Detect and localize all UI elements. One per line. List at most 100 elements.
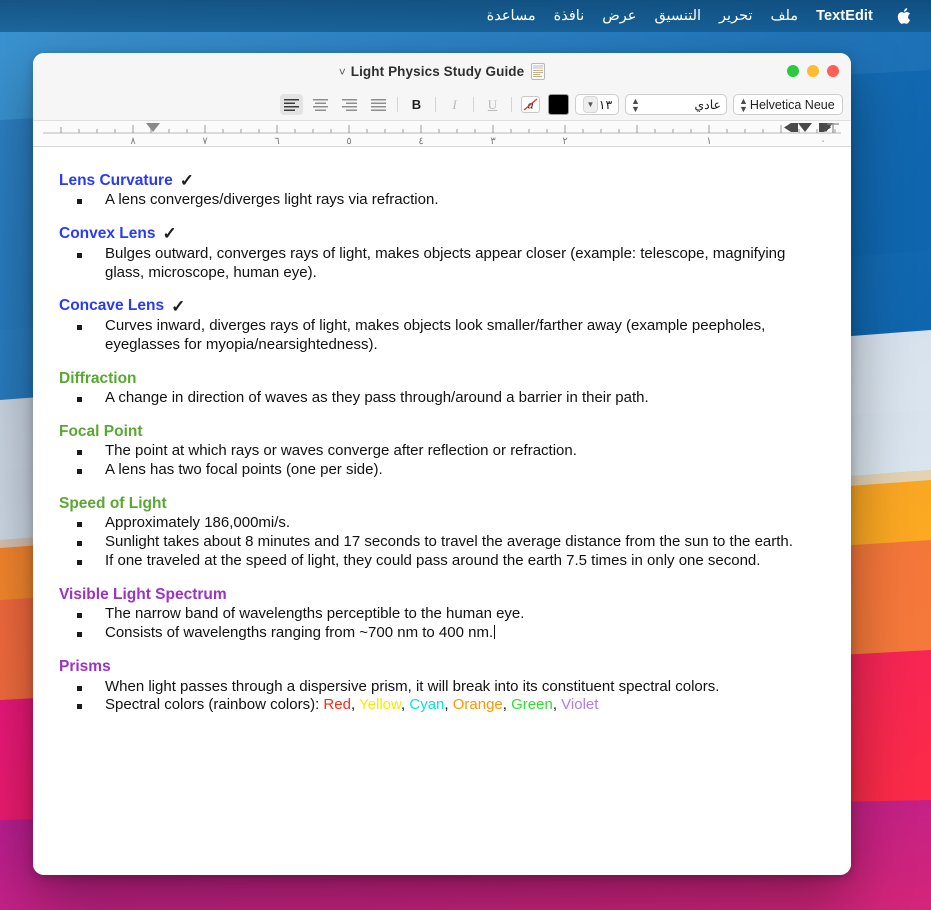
clear-formatting-button[interactable]: a — [519, 94, 542, 115]
menu-item-view[interactable]: عرض — [593, 6, 645, 26]
font-size-field[interactable]: ١٣ ▼ — [575, 94, 619, 115]
svg-text:٤: ٤ — [418, 136, 423, 147]
window-title-bar: ˅ Light Physics Study Guide — [33, 53, 851, 89]
list-item: Spectral colors (rainbow colors): Red, Y… — [59, 696, 823, 715]
checkmark-icon: ✓ — [162, 224, 177, 244]
font-size-value: ١٣ — [598, 98, 613, 112]
window-controls — [787, 65, 839, 77]
document-section: Prisms When light passes through a disper… — [59, 657, 823, 715]
text-cursor — [494, 625, 496, 640]
align-left-button[interactable] — [280, 94, 303, 115]
minimize-button[interactable] — [807, 65, 819, 77]
list-item-text: A change in direction of waves as they p… — [105, 388, 649, 406]
font-style-select[interactable]: عادي ▲ ▼ — [625, 94, 727, 115]
document-section: Diffraction A change in direction of wave… — [59, 369, 823, 408]
section-heading: Diffraction — [59, 369, 823, 388]
section-bullet-list: Approximately 186,000mi/s. Sunlight takes… — [59, 514, 823, 571]
align-justify-button[interactable] — [367, 94, 390, 115]
zoom-button[interactable] — [787, 65, 799, 77]
section-heading: Lens Curvature ✓ — [59, 171, 823, 190]
menu-item-textedit[interactable]: TextEdit — [807, 6, 882, 26]
toolbar-separator — [435, 97, 436, 112]
textedit-window: ˅ Light Physics Study Guide Helvetica Ne… — [33, 53, 851, 875]
close-button[interactable] — [827, 65, 839, 77]
document-body[interactable]: Lens Curvature ✓ A lens converges/diverges… — [59, 171, 823, 715]
section-bullet-list: The narrow band of wavelengths perceptib… — [59, 605, 823, 643]
italic-button[interactable]: I — [443, 94, 466, 115]
list-item: A lens converges/diverges light rays via… — [59, 191, 823, 210]
toolbar-separator — [473, 97, 474, 112]
svg-text:٣: ٣ — [490, 136, 496, 147]
document-title-group[interactable]: ˅ Light Physics Study Guide — [339, 62, 546, 80]
document-section: Speed of Light Approximately 186,000mi/s.… — [59, 494, 823, 571]
menu-item-help[interactable]: مساعدة — [478, 6, 545, 26]
list-item-text: Sunlight takes about 8 minutes and 17 se… — [105, 533, 793, 551]
stepper-icon: ▲ ▼ — [631, 95, 640, 114]
list-item-text: The point at which rays or waves converg… — [105, 442, 577, 460]
section-heading: Focal Point — [59, 422, 823, 441]
font-style-value: عادي — [694, 98, 721, 112]
toolbar-separator — [397, 97, 398, 112]
list-item-text: The narrow band of wavelengths perceptib… — [105, 605, 525, 623]
section-heading-text: Lens Curvature — [59, 172, 173, 189]
spectral-color-word: Cyan — [409, 696, 445, 714]
section-heading-text: Focal Point — [59, 422, 143, 440]
list-item: A change in direction of waves as they p… — [59, 389, 823, 408]
document-section: Concave Lens ✓ Curves inward, diverges ray… — [59, 296, 823, 354]
checkmark-icon: ✓ — [171, 296, 186, 316]
text-color-swatch[interactable] — [548, 94, 569, 115]
underline-button[interactable]: U — [481, 94, 504, 115]
list-item-text: Curves inward, diverges rays of light, m… — [105, 316, 766, 353]
svg-text:٦: ٦ — [274, 136, 279, 147]
formatting-toolbar: Helvetica Neue ▲▼ عادي ▲▼ ١٣ ▼ a U I B — [33, 89, 851, 121]
menu-item-edit[interactable]: تحرير — [710, 6, 761, 26]
section-bullet-list: A lens converges/diverges light rays via… — [59, 191, 823, 210]
svg-text:٨: ٨ — [130, 136, 136, 147]
document-section: Lens Curvature ✓ A lens converges/diverges… — [59, 171, 823, 210]
section-bullet-list: Curves inward, diverges rays of light, m… — [59, 317, 823, 355]
spectral-color-word: Red — [323, 696, 351, 714]
document-canvas[interactable]: Lens Curvature ✓ A lens converges/diverges… — [33, 147, 851, 875]
document-icon — [531, 62, 546, 80]
list-item: Bulges outward, converges rays of light,… — [59, 245, 823, 283]
document-section: Visible Light Spectrum The narrow band of… — [59, 585, 823, 643]
menu-item-format[interactable]: التنسيق — [645, 6, 710, 26]
svg-text:١: ١ — [706, 136, 711, 147]
section-heading: Prisms — [59, 657, 823, 676]
section-heading-text: Concave Lens — [59, 297, 165, 315]
list-item-text: Spectral colors (rainbow colors): — [105, 696, 324, 714]
section-heading: Speed of Light — [59, 494, 823, 513]
apple-logo-icon[interactable] — [896, 7, 911, 25]
bold-button[interactable]: B — [405, 94, 428, 115]
list-item: A lens has two focal points (one per sid… — [59, 461, 823, 480]
spectral-color-word: Violet — [561, 696, 599, 714]
menu-item-file[interactable]: ملف — [761, 6, 807, 26]
separator: , — [552, 696, 562, 714]
section-heading-text: Prisms — [59, 658, 111, 676]
font-family-value: Helvetica Neue — [749, 97, 835, 112]
section-heading-text: Speed of Light — [59, 495, 167, 512]
list-item: Consists of wavelengths ranging from ~70… — [59, 624, 823, 643]
align-right-button[interactable] — [338, 94, 361, 115]
list-item-text: Approximately 186,000mi/s. — [105, 514, 291, 532]
section-bullet-list: When light passes through a dispersive p… — [59, 678, 823, 716]
section-heading: Concave Lens ✓ — [59, 296, 823, 315]
menu-item-window[interactable]: نافذة — [545, 6, 594, 26]
svg-text:٥: ٥ — [346, 136, 351, 147]
align-center-button[interactable] — [309, 94, 332, 115]
list-item-text: Bulges outward, converges rays of light,… — [105, 244, 786, 281]
svg-text:۰: ۰ — [820, 136, 825, 147]
list-item-text: A lens has two focal points (one per sid… — [105, 461, 383, 479]
spectral-color-word: Green — [511, 696, 553, 714]
svg-text:٢: ٢ — [562, 136, 567, 147]
spectral-color-word: Yellow — [359, 696, 402, 714]
section-heading-text: Convex Lens — [59, 225, 156, 243]
chevron-down-icon[interactable]: ▼ — [583, 96, 598, 113]
font-family-select[interactable]: Helvetica Neue ▲ ▼ — [733, 94, 843, 115]
list-item-text: Consists of wavelengths ranging from ~70… — [105, 624, 494, 642]
toolbar-separator — [511, 97, 512, 112]
section-heading: Visible Light Spectrum — [59, 585, 823, 604]
ruler[interactable]: ٨ ٧ ٦ ٥ ٤ ٣ ٢ ١ ۰ — [33, 121, 851, 147]
chevron-down-icon[interactable]: ˅ — [339, 66, 346, 78]
list-item: Curves inward, diverges rays of light, m… — [59, 317, 823, 355]
